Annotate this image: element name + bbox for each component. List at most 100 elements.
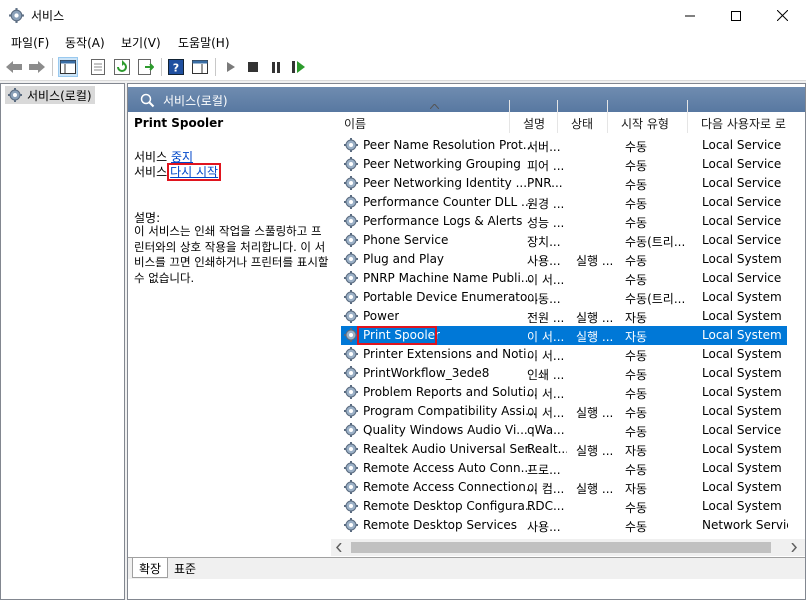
restart-service-button[interactable]	[289, 57, 309, 77]
stop-service-link[interactable]: 중지	[171, 150, 193, 164]
show-action-pane-button[interactable]	[190, 57, 210, 77]
forward-button[interactable]	[27, 57, 47, 77]
minimize-button[interactable]	[667, 0, 713, 31]
table-row[interactable]: Problem Reports and Soluti... 이 서... 수동 Loc…	[341, 383, 787, 402]
table-row[interactable]: Quality Windows Audio Vi... qWa... 수동 Local…	[341, 421, 787, 440]
menu-action[interactable]: 동작(A)	[65, 34, 105, 51]
cell-logon: Local System	[702, 309, 782, 323]
cell-name: Printer Extensions and Noti...	[363, 347, 538, 361]
cell-start: 수동	[625, 216, 648, 230]
cell-desc: 사용...	[527, 520, 561, 534]
show-hide-console-tree-button[interactable]	[58, 57, 78, 77]
table-row[interactable]: Printer Extensions and Noti... 이 서... 수동 Lo…	[341, 345, 787, 364]
toolbar-separator	[52, 58, 53, 76]
help-book-icon: ?	[168, 59, 184, 75]
cell-desc: 서버...	[527, 140, 561, 154]
menu-help[interactable]: 도움말(H)	[178, 34, 230, 51]
main-pane: 서비스(로컬) Print Spooler 서비스 중지 서비스 다시 시작 설명…	[127, 83, 806, 600]
cell-logon: Local System	[702, 404, 782, 418]
table-row[interactable]: Remote Desktop Configura... RDC... 수동 Local…	[341, 497, 787, 516]
service-gear-icon	[344, 138, 358, 152]
tab-standard[interactable]: 표준	[168, 558, 202, 578]
cell-desc: 이 서...	[527, 330, 565, 344]
table-row[interactable]: Performance Counter DLL ... 원경 ... 수동 Local…	[341, 193, 787, 212]
tab-extended[interactable]: 확장	[132, 558, 169, 578]
table-row[interactable]: Power 전원 ... 실행 ... 자동 Local System	[341, 307, 787, 326]
cell-name: Phone Service	[363, 233, 449, 247]
close-button[interactable]	[759, 0, 805, 31]
table-row[interactable]: Peer Name Resolution Prot... 서버... 수동 Local…	[341, 136, 787, 155]
cell-name: Remote Desktop Services	[363, 518, 518, 532]
help-button[interactable]: ?	[166, 57, 186, 77]
refresh-button[interactable]	[112, 57, 132, 77]
minimize-icon	[685, 15, 695, 16]
service-gear-icon	[344, 385, 358, 399]
service-gear-icon	[344, 176, 358, 190]
horizontal-scrollbar[interactable]	[331, 539, 805, 556]
cell-start: 수동	[625, 463, 648, 477]
restart-prefix: 서비스	[134, 165, 168, 179]
table-row[interactable]: Plug and Play 사용... 실행 ... 수동 Local System	[341, 250, 787, 269]
action-pane-icon	[192, 60, 208, 74]
cell-desc: 사용...	[527, 254, 561, 268]
cell-start: 수동(트리...	[625, 235, 686, 249]
export-list-button[interactable]	[136, 57, 156, 77]
services-gear-icon	[9, 8, 24, 23]
table-row[interactable]: Remote Access Auto Conn... 프로... 수동 Local S…	[341, 459, 787, 478]
start-service-button[interactable]	[221, 57, 241, 77]
table-row[interactable]: Peer Networking Identity ... PNR... 수동 Loca…	[341, 174, 787, 193]
column-header-logon-as[interactable]: 다음 사용자로 로	[688, 100, 805, 133]
cell-start: 수동	[625, 178, 648, 192]
cell-start: 수동	[625, 197, 648, 211]
properties-button[interactable]	[88, 57, 108, 77]
horizontal-scroll-thumb[interactable]	[351, 542, 771, 553]
cell-start: 수동	[625, 254, 648, 268]
table-row[interactable]: PrintWorkflow_3ede8 인쇄 ... 수동 Local System	[341, 364, 787, 383]
service-gear-icon	[344, 309, 358, 323]
cell-start: 수동	[625, 425, 648, 439]
column-header-name[interactable]: 이름	[331, 100, 510, 133]
maximize-button[interactable]	[713, 0, 759, 31]
service-description: 이 서비스는 인쇄 작업을 스풀링하고 프린터와의 상호 작용을 처리합니다. …	[134, 224, 329, 285]
cell-start: 수동	[625, 406, 648, 420]
service-gear-icon	[344, 347, 358, 361]
cell-status: 실행 ...	[576, 311, 614, 325]
service-gear-icon	[344, 499, 358, 513]
stop-service-button[interactable]	[243, 57, 263, 77]
column-header-description[interactable]: 설명	[510, 100, 558, 133]
back-button[interactable]	[4, 57, 24, 77]
table-row[interactable]: Peer Networking Grouping 피어 ... 수동 Local Se…	[341, 155, 787, 174]
cell-logon: Local System	[702, 480, 782, 494]
cell-logon: Local System	[702, 385, 782, 399]
table-row[interactable]: Phone Service 장치... 수동(트리... Local Service	[341, 231, 787, 250]
service-gear-icon	[344, 442, 358, 456]
cell-logon: Local Service	[702, 138, 782, 152]
close-icon	[776, 10, 788, 21]
menu-view[interactable]: 보기(V)	[121, 34, 161, 51]
scroll-right-arrow-icon[interactable]	[791, 543, 797, 552]
cell-desc: 전원 ...	[527, 311, 565, 325]
console-tree-icon	[60, 60, 76, 74]
table-row[interactable]: Remote Access Connection... 이 컴... 실행 ... 자…	[341, 478, 787, 497]
cell-name: Remote Access Connection...	[363, 480, 538, 494]
cell-desc: 장치...	[527, 235, 561, 249]
table-row[interactable]: PNRP Machine Name Publi... 이 서... 수동 Local …	[341, 269, 787, 288]
refresh-icon	[114, 59, 130, 75]
service-gear-icon	[344, 423, 358, 437]
table-row[interactable]: Remote Desktop Services 사용... 수동 Network Se…	[341, 516, 788, 535]
table-row[interactable]: Print Spooler 이 서... 실행 ... 자동 Local System	[341, 326, 787, 345]
scroll-left-arrow-icon[interactable]	[336, 543, 342, 552]
cell-start: 수동	[625, 273, 648, 287]
table-row[interactable]: Realtek Audio Universal Ser... Realt... 실행…	[341, 440, 787, 459]
table-row[interactable]: Performance Logs & Alerts 성능 ... 수동 Local S…	[341, 212, 787, 231]
table-row[interactable]: Portable Device Enumerato... 이동... 수동(트리..…	[341, 288, 787, 307]
column-header-startup-type[interactable]: 시작 유형	[608, 100, 688, 133]
restart-icon	[292, 61, 305, 73]
pause-service-button[interactable]	[266, 57, 286, 77]
cell-logon: Local System	[702, 499, 782, 513]
menu-file[interactable]: 파일(F)	[11, 34, 49, 51]
column-header-status[interactable]: 상태	[558, 100, 608, 133]
restart-service-link[interactable]: 다시 시작	[170, 165, 218, 179]
table-row[interactable]: Program Compatibility Assi... 이 서... 실행 ..…	[341, 402, 787, 421]
tree-item-services-local[interactable]: 서비스(로컬)	[5, 86, 95, 104]
